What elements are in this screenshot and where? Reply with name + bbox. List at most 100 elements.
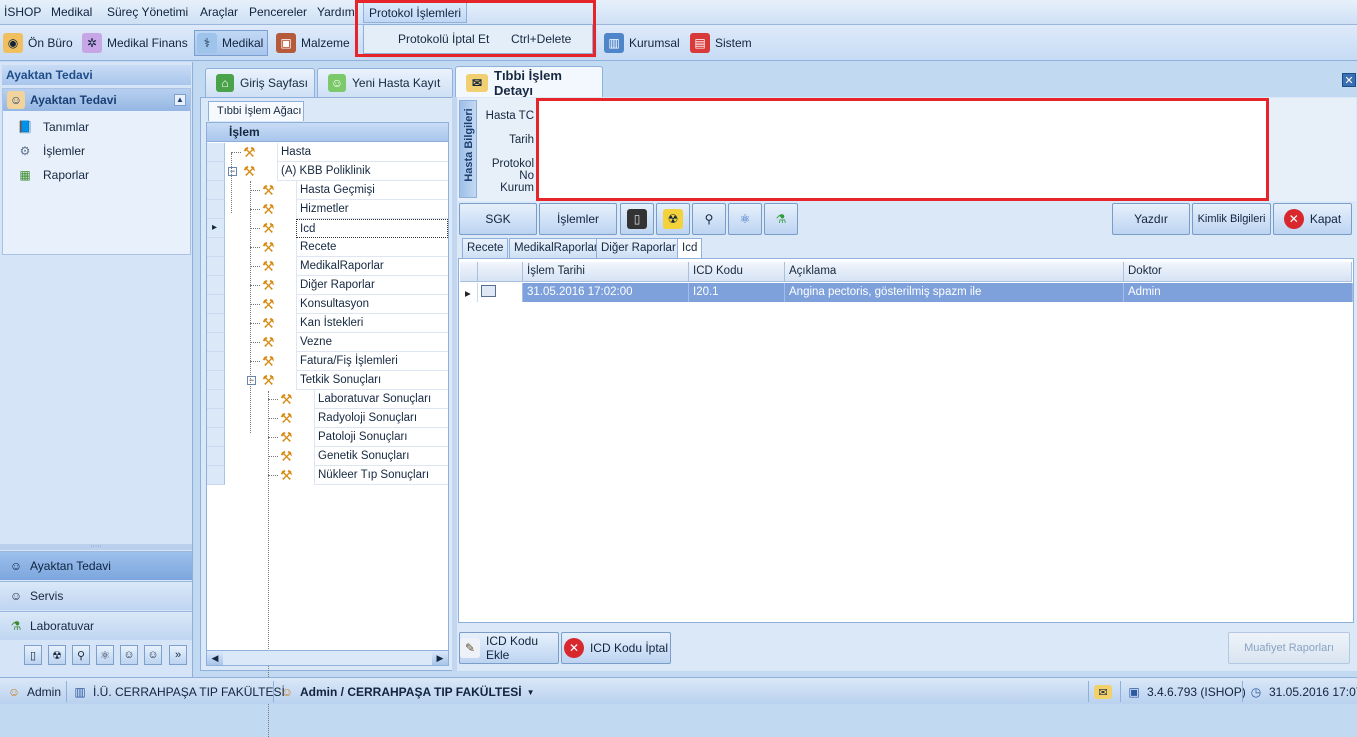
atom-icon[interactable]: ⚛	[96, 645, 114, 665]
sgk-button[interactable]: SGK	[459, 203, 537, 235]
radiation-icon[interactable]: ☢	[48, 645, 66, 665]
flask-button[interactable]: ⚗	[764, 203, 798, 235]
tree-node[interactable]: Hasta Geçmişi	[296, 181, 448, 200]
status-institution: ▥ İ.Ü. CERRAHPAŞA TIP FAKÜLTESİ	[72, 682, 285, 702]
tools-icon: ⚒	[262, 239, 275, 255]
tab-tibbi-islem-detayi[interactable]: ✉ Tıbbi İşlem Detayı	[455, 66, 603, 98]
tree-node[interactable]: Radyoloji Sonuçları	[314, 409, 448, 428]
xray-button[interactable]: ▯	[620, 203, 654, 235]
yazdir-button[interactable]: Yazdır	[1112, 203, 1190, 235]
radiation-button[interactable]: ☢	[656, 203, 690, 235]
subtab-medikal-raporlar[interactable]: MedikalRaporlar	[509, 238, 603, 258]
tools-icon: ⚒	[262, 277, 275, 293]
nav-item-tanimlar[interactable]: 📘 Tanımlar	[17, 119, 90, 135]
tree-node[interactable]: Hizmetler	[296, 200, 448, 219]
tree-node[interactable]: Genetik Sonuçları	[314, 447, 448, 466]
nav-splitter[interactable]: ·····	[0, 543, 192, 550]
microscope-button[interactable]: ⚲	[692, 203, 726, 235]
toolbar-malzeme-button[interactable]: ▣ Malzeme	[276, 30, 350, 56]
nav-button-servis[interactable]: ☺ Servis	[0, 581, 192, 610]
toolbar-medikal-button[interactable]: ⚕ Medikal	[194, 30, 269, 56]
subtab-diger-raporlar[interactable]: Diğer Raporlar	[596, 238, 681, 258]
grid-header-islem-tarihi[interactable]: İşlem Tarihi	[523, 262, 689, 282]
nav-button-ayaktan-tedavi[interactable]: ☺ Ayaktan Tedavi	[0, 551, 192, 580]
tree-node[interactable]: Kan İstekleri	[296, 314, 448, 333]
kapat-label: Kapat	[1309, 212, 1342, 226]
xray-icon[interactable]: ▯	[24, 645, 42, 665]
tab-label: Tıbbi İşlem Detayı	[494, 67, 562, 98]
nav-button-label: Ayaktan Tedavi	[30, 559, 111, 573]
nav-item-raporlar[interactable]: ▦ Raporlar	[17, 167, 89, 183]
tree-node[interactable]: Vezne	[296, 333, 448, 352]
menu-item-shortcut: Ctrl+Delete	[511, 32, 572, 46]
toolbar-medikal-finans-button[interactable]: ✲ Medikal Finans	[82, 30, 188, 56]
tree-node[interactable]: Konsultasyon	[296, 295, 448, 314]
tree-node[interactable]: Icd	[296, 219, 448, 238]
icd-kodu-ekle-button[interactable]: ✎ ICD Kodu Ekle	[459, 632, 559, 664]
tree-node[interactable]: Recete	[296, 238, 448, 257]
left-navigation: Ayaktan Tedavi ☺ Ayaktan Tedavi ▲ 📘 Tanım…	[0, 62, 193, 677]
subtab-icd[interactable]: Icd	[677, 238, 703, 259]
tree-connector	[250, 285, 260, 286]
tree-horizontal-scrollbar[interactable]: ◀ ▶	[206, 650, 449, 666]
tree-node[interactable]: Nükleer Tıp Sonuçları	[314, 466, 448, 485]
microscope-icon[interactable]: ⚲	[72, 645, 90, 665]
row-detail-icon[interactable]	[478, 283, 523, 302]
grid-header-aciklama[interactable]: Açıklama	[785, 262, 1124, 282]
kapat-button[interactable]: ✕ Kapat	[1273, 203, 1352, 235]
toolbar-kurumsal-button[interactable]: ▥ Kurumsal	[604, 30, 680, 56]
tab-tibbi-islem-agaci[interactable]: Tıbbi İşlem Ağacı	[208, 101, 304, 121]
collapse-icon[interactable]: −	[228, 167, 237, 176]
tree-node[interactable]: Patoloji Sonuçları	[314, 428, 448, 447]
tab-yeni-hasta-kayit[interactable]: ☺ Yeni Hasta Kayıt	[317, 68, 453, 97]
more-chevron-icon[interactable]: »	[169, 645, 187, 665]
nav-item-islemler[interactable]: ⚙ İşlemler	[17, 143, 85, 159]
user-icon[interactable]: ☺	[144, 645, 162, 665]
menu-medikal[interactable]: Medikal	[51, 5, 92, 19]
close-icon[interactable]: ✕	[1342, 73, 1356, 87]
scroll-left-icon[interactable]: ◀	[207, 651, 223, 665]
tree-node[interactable]: Fatura/Fiş İşlemleri	[296, 352, 448, 371]
islemler-button[interactable]: İşlemler	[539, 203, 617, 235]
tree-node[interactable]: Diğer Raporlar	[296, 276, 448, 295]
collapse-icon[interactable]: −	[247, 376, 256, 385]
mail-icon-button[interactable]: ✉	[1094, 682, 1112, 702]
nurse-icon[interactable]: ☺	[120, 645, 138, 665]
tools-icon: ⚒	[262, 334, 275, 350]
tree-connector	[250, 190, 260, 191]
menu-protokol-islemleri[interactable]: Protokol İşlemleri	[363, 2, 468, 23]
menu-araclar[interactable]: Araçlar	[200, 5, 238, 19]
subtab-recete[interactable]: Recete	[462, 238, 509, 258]
nav-group-header[interactable]: ☺ Ayaktan Tedavi ▲	[3, 89, 190, 111]
nav-button-laboratuvar[interactable]: ⚗ Laboratuvar	[0, 611, 192, 640]
tree-node[interactable]: MedikalRaporlar	[296, 257, 448, 276]
tab-giris-sayfasi[interactable]: ⌂ Giriş Sayfası	[205, 68, 315, 97]
menu-surec-yonetimi[interactable]: Süreç Yönetimi	[107, 5, 188, 19]
flask-icon: ⚗	[775, 212, 787, 226]
menu-item-protokolu-iptal-et[interactable]: Protokolü İptal Et Ctrl+Delete	[364, 29, 592, 49]
menu-yardim[interactable]: Yardım	[317, 5, 355, 19]
menu-ishop[interactable]: İSHOP	[4, 5, 41, 19]
atom-button[interactable]: ⚛	[728, 203, 762, 235]
menu-pencereler[interactable]: Pencereler	[249, 5, 307, 19]
tree-node[interactable]: Hasta	[277, 143, 448, 162]
status-user: ☺ Admin	[6, 682, 61, 702]
tools-icon: ⚒	[243, 144, 256, 160]
tab-label: Giriş Sayfası	[240, 76, 309, 90]
collapse-icon[interactable]: ▲	[174, 94, 186, 106]
toolbar-on-buro-button[interactable]: ◉ Ön Büro	[3, 30, 73, 56]
tree-row-indicator	[207, 352, 225, 371]
tree-node[interactable]: (A) KBB Poliklinik	[277, 162, 448, 181]
tree-row-indicator	[207, 447, 225, 466]
kimlik-bilgileri-button[interactable]: Kimlik Bilgileri	[1192, 203, 1271, 235]
icd-kodu-iptal-button[interactable]: ✕ ICD Kodu İptal	[561, 632, 671, 664]
grid-header-doktor[interactable]: Doktor	[1124, 262, 1352, 282]
scroll-right-icon[interactable]: ▶	[432, 651, 448, 665]
muafiyet-raporlari-button[interactable]: Muafiyet Raporları	[1228, 632, 1350, 664]
toolbar-sistem-button[interactable]: ▤ Sistem	[690, 30, 752, 56]
tree-node[interactable]: Laboratuvar Sonuçları	[314, 390, 448, 409]
status-session-dropdown[interactable]: ☺ Admin / CERRAHPAŞA TIP FAKÜLTESİ ▼	[279, 682, 535, 702]
tree-row-indicator	[207, 409, 225, 428]
grid-header-icd-kodu[interactable]: ICD Kodu	[689, 262, 785, 282]
tree-node[interactable]: Tetkik Sonuçları	[296, 371, 448, 390]
